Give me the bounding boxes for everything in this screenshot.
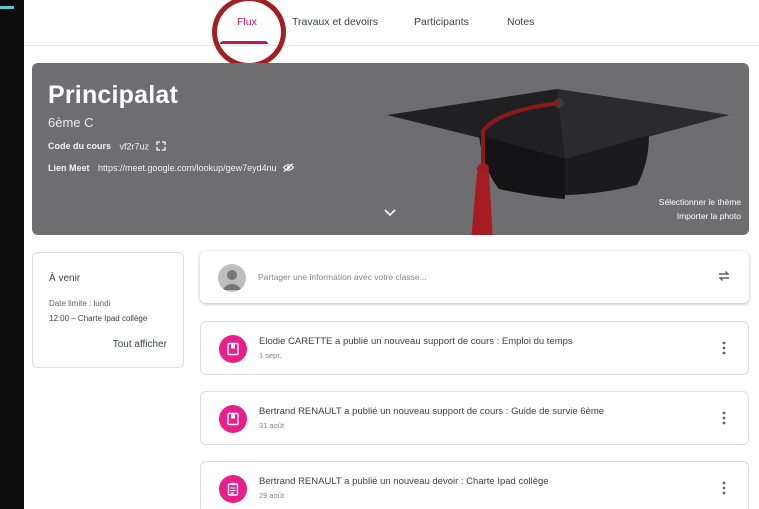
meet-label: Lien Meet: [48, 163, 90, 173]
tab-travaux-et-devoirs[interactable]: Travaux et devoirs: [292, 0, 378, 46]
avatar-icon: [218, 264, 246, 292]
top-navigation: Flux Travaux et devoirs Participants Not…: [24, 0, 759, 68]
stream-post-1[interactable]: Elodie CARETTE a publié un nouveau suppo…: [200, 321, 749, 375]
meet-link-row: Lien Meet https://meet.google.com/lookup…: [48, 163, 295, 174]
more-options-icon[interactable]: [722, 411, 726, 425]
classroom-page: Flux Travaux et devoirs Participants Not…: [24, 0, 759, 509]
share-announcement-box[interactable]: Partager une information avec votre clas…: [200, 251, 749, 303]
upcoming-title: À venir: [49, 273, 81, 284]
material-icon: [219, 335, 247, 363]
stream-post-2[interactable]: Bertrand RENAULT a publié un nouveau sup…: [200, 391, 749, 445]
more-options-icon[interactable]: [722, 481, 726, 495]
visibility-off-icon[interactable]: [282, 163, 295, 174]
post-title[interactable]: Bertrand RENAULT a publié un nouveau dev…: [259, 476, 549, 487]
post-date: 29 août: [259, 491, 285, 500]
left-window-edge: [0, 0, 24, 509]
share-placeholder[interactable]: Partager une information avec votre clas…: [258, 272, 427, 282]
chevron-down-icon[interactable]: [384, 209, 396, 217]
upcoming-assignment[interactable]: 12:00 – Charte Ipad collège: [49, 314, 147, 323]
more-options-icon[interactable]: [722, 341, 726, 355]
tab-notes[interactable]: Notes: [507, 0, 534, 46]
material-icon: [219, 405, 247, 433]
post-title[interactable]: Elodie CARETTE a publié un nouveau suppo…: [259, 336, 573, 347]
class-section: 6ème C: [48, 115, 94, 130]
select-theme-link[interactable]: Sélectionner le thème: [659, 197, 741, 207]
class-code-row: Code du cours vf2r7uz: [48, 141, 166, 153]
class-title: Principalat: [48, 81, 179, 109]
meet-link[interactable]: https://meet.google.com/lookup/gew7eyd4n…: [98, 163, 277, 173]
fullscreen-icon[interactable]: [155, 141, 166, 153]
view-all-button[interactable]: Tout afficher: [113, 339, 167, 350]
class-code-value: vf2r7uz: [119, 141, 150, 152]
upcoming-card: À venir Date limite : lundi 12:00 – Char…: [32, 252, 184, 368]
post-date: 1 sept.: [259, 351, 282, 360]
highlight-circle-annotation: [212, 0, 286, 68]
upcoming-due-date: Date limite : lundi: [49, 299, 111, 308]
repost-icon[interactable]: [717, 269, 731, 283]
post-title[interactable]: Bertrand RENAULT a publié un nouveau sup…: [259, 406, 604, 417]
class-banner: Principalat 6ème C Code du cours vf2r7uz…: [32, 63, 749, 235]
upload-photo-link[interactable]: Importer la photo: [677, 211, 741, 221]
assignment-icon: [219, 475, 247, 503]
stream-post-3[interactable]: Bertrand RENAULT a publié un nouveau dev…: [200, 461, 749, 509]
class-code-label: Code du cours: [48, 141, 112, 152]
tab-participants[interactable]: Participants: [414, 0, 469, 46]
post-date: 31 août: [259, 421, 285, 430]
